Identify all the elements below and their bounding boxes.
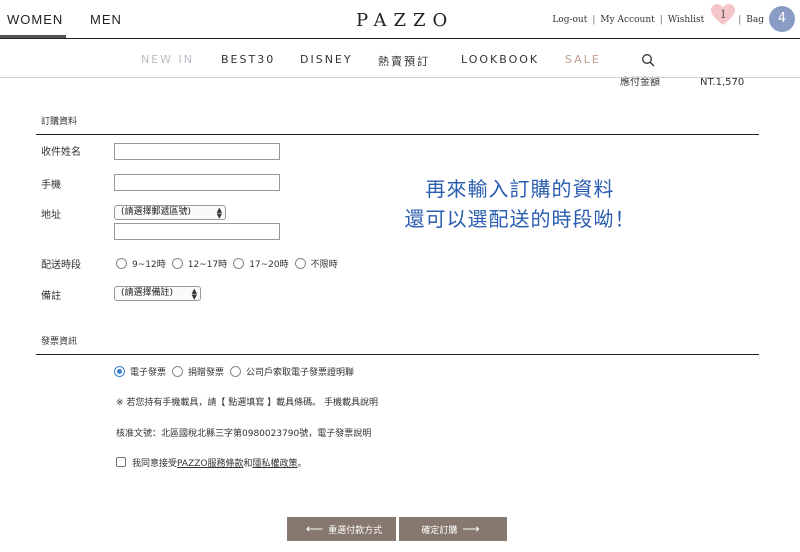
mobile-input[interactable] bbox=[114, 174, 280, 191]
remarks-select-value: (請選擇備註) bbox=[121, 288, 174, 298]
amount-due-row: 應付金額 NT.1,570 bbox=[620, 73, 744, 88]
header-divider bbox=[0, 38, 800, 39]
order-section-title: 訂購資料 bbox=[41, 117, 78, 127]
reselect-payment-button[interactable]: ⟵ 重選付款方式 bbox=[287, 517, 396, 541]
invoice-label-electronic: 電子發票 bbox=[130, 368, 167, 378]
privacy-policy-link[interactable]: 隱私權政策 bbox=[252, 459, 297, 469]
delivery-time-label-12-17: 12~17時 bbox=[187, 260, 228, 270]
nav-divider bbox=[0, 77, 800, 78]
account-links: Log-out | My Account | Wishlist 1 | Bag bbox=[552, 4, 764, 25]
wishlist-link[interactable]: Wishlist 1 bbox=[667, 4, 735, 25]
separator: | bbox=[738, 15, 742, 25]
top-bar: WOMEN MEN PAZZO Log-out | My Account | W… bbox=[0, 0, 800, 40]
remarks-label: 備註 bbox=[41, 291, 61, 302]
promo-overlay-text: 再來輸入訂購的資料 還可以選配送的時段呦！ bbox=[380, 174, 660, 234]
arrow-left-icon: ⟵ bbox=[305, 522, 324, 536]
category-nav: NEW IN BEST30 DISNEY 熱賣預訂 LOOKBOOK SALE bbox=[0, 42, 800, 76]
recipient-name-input[interactable] bbox=[114, 143, 280, 160]
delivery-time-radio-12-17[interactable] bbox=[171, 258, 183, 269]
overlay-line-2: 還可以選配送的時段呦！ bbox=[404, 207, 636, 231]
invoice-label-company: 公司戶索取電子發票證明聯 bbox=[246, 368, 355, 378]
separator: | bbox=[592, 15, 596, 25]
nav-hot-preorder[interactable]: 熱賣預訂 bbox=[378, 53, 430, 69]
recipient-name-label: 收件姓名 bbox=[41, 147, 81, 158]
order-section-divider bbox=[36, 134, 759, 135]
agree-terms-checkbox[interactable] bbox=[116, 457, 126, 467]
amount-due-value: NT.1,570 bbox=[700, 77, 745, 88]
delivery-time-label-anytime: 不限時 bbox=[310, 260, 338, 270]
postal-code-select-value: (請選擇郵遞區號) bbox=[121, 207, 192, 217]
nav-sale[interactable]: SALE bbox=[565, 53, 601, 66]
delivery-time-label: 配送時段 bbox=[41, 260, 81, 271]
invoice-radio-donate[interactable] bbox=[172, 366, 184, 377]
delivery-time-radio-17-20[interactable] bbox=[233, 258, 245, 269]
agreement-row: 我同意接受PAZZO服務條款和隱私權政策。 bbox=[116, 456, 307, 469]
delivery-time-radio-9-12[interactable] bbox=[116, 258, 127, 269]
delivery-time-label-17-20: 17~20時 bbox=[249, 260, 289, 270]
approval-number-note: 核准文號：北區國稅北縣三字第0980023790號，電子發票說明 bbox=[116, 429, 372, 439]
mobile-carrier-note: ※ 若您持有手機載具，請【 點選填寫 】載具條碼。 手機載具說明 bbox=[116, 398, 378, 408]
invoice-type-options: 電子發票 捐贈發票 公司戶索取電子發票證明聯 bbox=[114, 365, 360, 378]
tab-men[interactable]: MEN bbox=[90, 12, 122, 27]
agree-prefix: 我同意接受 bbox=[132, 459, 178, 469]
nav-lookbook[interactable]: LOOKBOOK bbox=[461, 53, 539, 66]
reselect-payment-label: 重選付款方式 bbox=[328, 524, 383, 535]
nav-new-in[interactable]: NEW IN bbox=[141, 53, 194, 66]
confirm-order-button[interactable]: 確定訂購 ⟶ bbox=[399, 517, 507, 541]
my-account-link[interactable]: My Account bbox=[600, 15, 654, 25]
remarks-select[interactable]: (請選擇備註) ▲ ▼ bbox=[114, 286, 201, 301]
bag-count-badge[interactable]: 4 bbox=[769, 6, 795, 32]
select-arrows-icon: ▲ ▼ bbox=[191, 287, 197, 301]
invoice-label-donate: 捐贈發票 bbox=[188, 368, 225, 378]
invoice-section-title: 發票資訊 bbox=[41, 337, 78, 347]
delivery-time-radio-anytime[interactable] bbox=[294, 258, 306, 269]
delivery-time-label-9-12: 9~12時 bbox=[132, 260, 166, 270]
tab-women[interactable]: WOMEN bbox=[7, 12, 63, 27]
nav-best30[interactable]: BEST30 bbox=[221, 53, 275, 66]
overlay-line-1: 再來輸入訂購的資料 bbox=[425, 177, 615, 201]
invoice-radio-company[interactable] bbox=[230, 366, 242, 377]
bag-link[interactable]: Bag bbox=[746, 15, 764, 25]
terms-of-service-link[interactable]: PAZZO服務條款 bbox=[177, 459, 243, 469]
invoice-radio-electronic[interactable] bbox=[114, 366, 125, 377]
wishlist-label: Wishlist bbox=[667, 15, 705, 25]
brand-logo[interactable]: PAZZO bbox=[356, 10, 454, 31]
arrow-right-icon: ⟶ bbox=[462, 522, 480, 536]
address-label: 地址 bbox=[41, 210, 61, 221]
agree-suffix: 。 bbox=[297, 459, 307, 469]
confirm-order-label: 確定訂購 bbox=[421, 524, 458, 535]
amount-due-label: 應付金額 bbox=[620, 77, 660, 88]
separator: | bbox=[659, 15, 663, 25]
search-icon[interactable] bbox=[641, 53, 655, 67]
delivery-time-options: 9~12時 12~17時 17~20時 不限時 bbox=[116, 257, 344, 270]
wishlist-count: 1 bbox=[719, 8, 727, 21]
mobile-label: 手機 bbox=[41, 180, 61, 191]
logout-link[interactable]: Log-out bbox=[552, 15, 587, 25]
invoice-section-divider bbox=[36, 354, 759, 355]
nav-disney[interactable]: DISNEY bbox=[300, 53, 353, 66]
postal-code-select[interactable]: (請選擇郵遞區號) ▲ ▼ bbox=[114, 205, 226, 220]
select-arrows-icon: ▲ ▼ bbox=[216, 206, 222, 220]
address-input[interactable] bbox=[114, 223, 280, 240]
